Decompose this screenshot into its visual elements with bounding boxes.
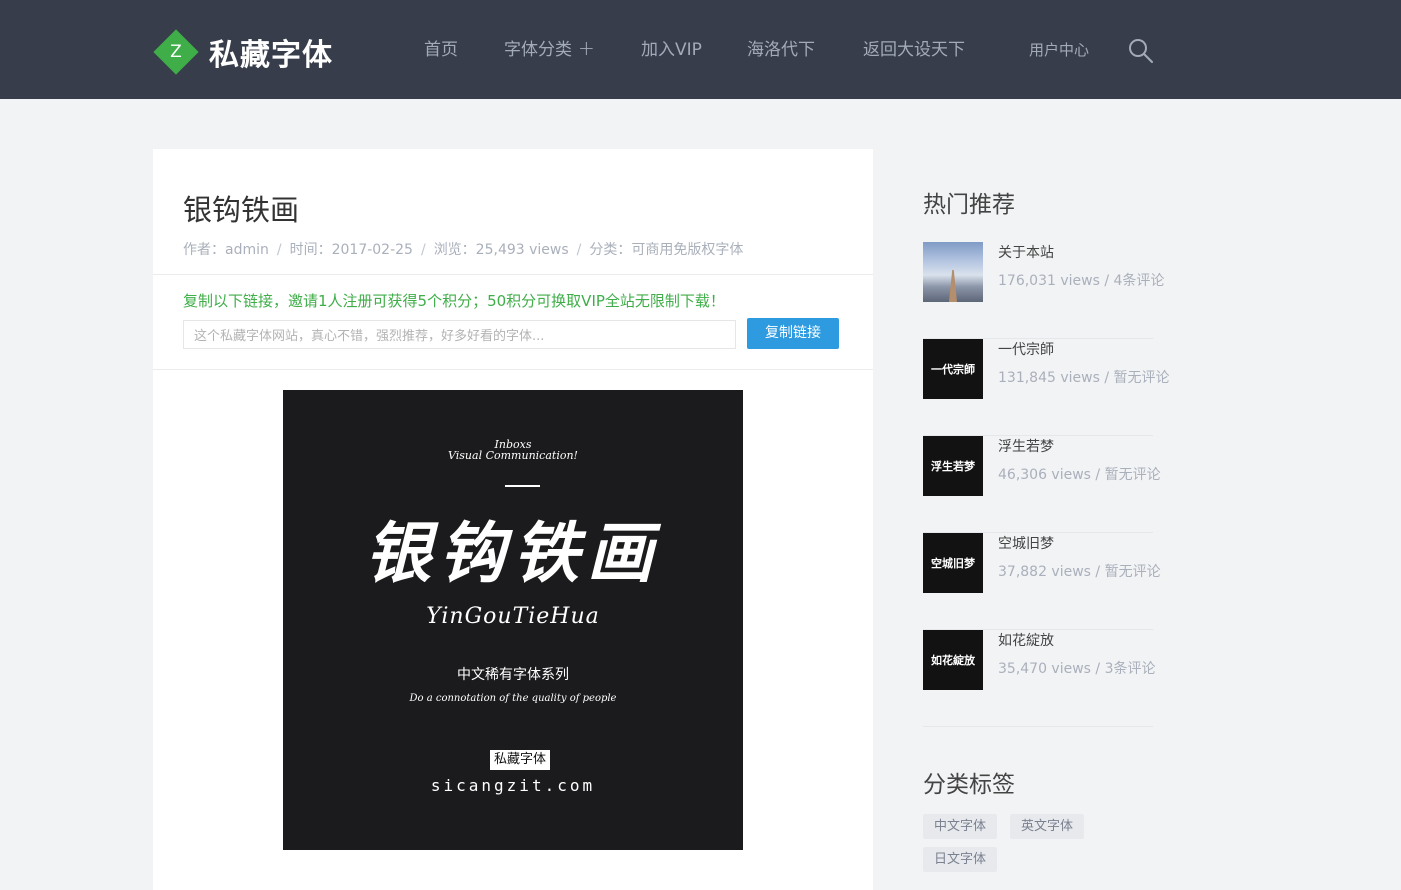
poster-brand: Inboxs Visual Communication! [448,438,578,462]
hot-item-stats: 35,470 views / 3条评论 [998,661,1156,677]
article-title: 银钩铁画 [183,193,300,227]
site-header: Z 私藏字体 首页 字体分类 + 加入VIP 海洛代下 返回大设天下 用户中心 [0,0,1401,99]
nav-hailuo-download[interactable]: 海洛代下 [747,37,815,63]
site-logo[interactable]: Z 私藏字体 [153,29,333,75]
nav-font-categories[interactable]: 字体分类 + [504,37,595,63]
site-name: 私藏字体 [209,38,333,73]
hot-item-title[interactable]: 浮生若梦 [998,436,1054,456]
nav-label: 字体分类 [504,40,572,60]
thumbnail-image[interactable]: 空城旧梦 [923,533,983,593]
poster-url: sicangzit.com [430,776,596,795]
invite-promo: 复制以下链接，邀请1人注册可获得5个积分；50积分可换取VIP全站无限制下载！ [183,292,725,310]
poster-series: 中文稀有字体系列 [457,667,569,683]
plus-icon: + [578,36,595,60]
tag-english-fonts[interactable]: 英文字体 [1010,814,1085,839]
hot-item[interactable]: 空城旧梦 空城旧梦 37,882 views / 暂无评论 [923,533,1161,630]
hot-item-stats: 46,306 views / 暂无评论 [998,467,1161,483]
poster-tagline: Do a connotation of the quality of peopl… [409,693,617,704]
nav-join-vip[interactable]: 加入VIP [641,37,702,63]
thumbnail-image[interactable]: 如花綻放 [923,630,983,690]
hot-item[interactable]: 一代宗師 一代宗師 131,845 views / 暂无评论 [923,339,1170,436]
copy-link-button[interactable]: 复制链接 [747,318,839,349]
tags-section-title: 分类标签 [923,772,1015,798]
meta-date: 时间：2017-02-25 [289,242,413,258]
hot-item-title[interactable]: 一代宗師 [998,339,1054,359]
nav-back-dashe[interactable]: 返回大设天下 [863,37,965,63]
meta-author: 作者：admin [183,242,269,258]
hot-section-title: 热门推荐 [923,192,1015,218]
logo-icon: Z [153,29,199,75]
hot-item-stats: 176,031 views / 4条评论 [998,273,1165,289]
search-icon[interactable] [1128,38,1154,64]
hot-item[interactable]: 浮生若梦 浮生若梦 46,306 views / 暂无评论 [923,436,1161,533]
thumbnail-image[interactable]: 一代宗師 [923,339,983,399]
nav-home[interactable]: 首页 [424,37,458,63]
hot-item[interactable]: 如花綻放 如花綻放 35,470 views / 3条评论 [923,630,1156,727]
divider [153,274,873,275]
hot-item-stats: 37,882 views / 暂无评论 [998,564,1161,580]
article-card: 银钩铁画 作者：admin / 时间：2017-02-25/浏览：25,493 vi… [153,149,873,890]
hot-item-stats: 131,845 views / 暂无评论 [998,370,1170,386]
meta-views: 浏览：25,493 views [433,242,569,258]
nav-user-center[interactable]: 用户中心 [1029,37,1089,63]
article-meta: 作者：admin / 时间：2017-02-25/浏览：25,493 views / 分… [183,242,744,258]
thumbnail-image[interactable] [923,242,983,302]
hot-item[interactable]: 关于本站 176,031 views / 4条评论 [923,242,1164,339]
poster-pinyin: YinGouTieHua [426,604,600,629]
poster-title: 银钩铁画 [365,514,661,592]
hot-item-title[interactable]: 如花綻放 [998,630,1054,650]
hot-item-title[interactable]: 关于本站 [998,242,1054,262]
divider [153,369,873,370]
poster-stamp: 私藏字体 [490,750,551,770]
poster-divider [505,485,540,487]
tag-chinese-fonts[interactable]: 中文字体 [923,814,998,839]
tag-japanese-fonts[interactable]: 日文字体 [923,847,998,872]
thumbnail-image[interactable]: 浮生若梦 [923,436,983,496]
font-preview-image: Inboxs Visual Communication! 银钩铁画 YinGou… [283,390,743,850]
meta-category[interactable]: 分类：可商用免版权字体 [589,242,743,258]
hot-item-title[interactable]: 空城旧梦 [998,533,1054,553]
share-link-field[interactable] [183,320,736,349]
